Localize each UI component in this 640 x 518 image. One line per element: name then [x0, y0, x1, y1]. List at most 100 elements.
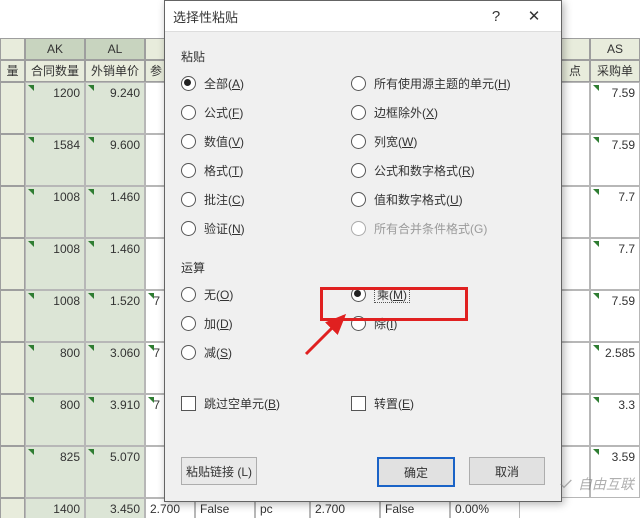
cell[interactable]: 1584: [25, 134, 85, 186]
cell[interactable]: 800: [25, 394, 85, 446]
paste-options-left: 全部(A) 公式(F) 数值(V) 格式(T) 批注(C) 验证(N): [181, 75, 351, 249]
cell[interactable]: 1.460: [85, 238, 145, 290]
arrow-annotation: [300, 310, 360, 363]
cell[interactable]: 7.59: [590, 290, 640, 342]
ok-button[interactable]: 确定: [377, 457, 455, 487]
hdr-export-price: 外销单价: [85, 60, 145, 82]
col-as[interactable]: AS: [590, 38, 640, 60]
cell[interactable]: [560, 186, 590, 238]
radio-option[interactable]: 数值(V): [181, 133, 351, 150]
cancel-button[interactable]: 取消: [469, 457, 545, 485]
cell[interactable]: 7.59: [590, 134, 640, 186]
cell[interactable]: 3.450: [85, 498, 145, 518]
dialog-titlebar[interactable]: 选择性粘贴 ? ✕: [165, 1, 561, 32]
cell[interactable]: 800: [25, 342, 85, 394]
cell[interactable]: 5.070: [85, 446, 145, 498]
cell[interactable]: 3.060: [85, 342, 145, 394]
radio-icon: [351, 105, 366, 120]
radio-option[interactable]: 边框除外(X): [351, 104, 545, 121]
cell[interactable]: [145, 446, 165, 498]
radio-icon: [181, 316, 196, 331]
cell[interactable]: [0, 82, 25, 134]
cell[interactable]: 2.585: [590, 342, 640, 394]
cell[interactable]: 7.7: [590, 238, 640, 290]
cell[interactable]: 7.7: [590, 186, 640, 238]
dialog-title: 选择性粘贴: [173, 7, 477, 26]
close-button[interactable]: ✕: [515, 3, 553, 29]
row-header-label: 量: [0, 60, 25, 82]
radio-icon: [351, 76, 366, 91]
cell[interactable]: 1008: [25, 238, 85, 290]
hdr-point: 点: [560, 60, 590, 82]
cell[interactable]: [560, 342, 590, 394]
cell[interactable]: [0, 342, 25, 394]
radio-icon: [351, 192, 366, 207]
cell[interactable]: 1008: [25, 186, 85, 238]
radio-icon: [351, 163, 366, 178]
cell[interactable]: [145, 134, 165, 186]
checkbox-icon: [181, 396, 196, 411]
radio-option[interactable]: 公式和数字格式(R): [351, 162, 545, 179]
cell[interactable]: [145, 186, 165, 238]
radio-option[interactable]: 批注(C): [181, 191, 351, 208]
radio-icon: [181, 345, 196, 360]
cell[interactable]: [560, 134, 590, 186]
radio-option[interactable]: 公式(F): [181, 104, 351, 121]
radio-icon: [181, 76, 196, 91]
radio-option[interactable]: 全部(A): [181, 75, 351, 92]
paste-link-button[interactable]: 粘贴链接 (L): [181, 457, 257, 485]
radio-icon: [351, 221, 366, 236]
cell[interactable]: 825: [25, 446, 85, 498]
radio-icon: [181, 192, 196, 207]
hdr-purchase-price: 采购单价: [590, 60, 640, 82]
cell[interactable]: [560, 394, 590, 446]
cell[interactable]: [145, 82, 165, 134]
cell[interactable]: [0, 134, 25, 186]
col-ak[interactable]: AK: [25, 38, 85, 60]
hdr-ref: 参: [145, 60, 165, 82]
cell[interactable]: [0, 290, 25, 342]
cell[interactable]: [560, 290, 590, 342]
cell[interactable]: 7: [145, 342, 165, 394]
radio-option[interactable]: 格式(T): [181, 162, 351, 179]
col-al[interactable]: AL: [85, 38, 145, 60]
radio-icon: [181, 287, 196, 302]
paste-options-right: 所有使用源主题的单元(H) 边框除外(X) 列宽(W) 公式和数字格式(R) 值和数字格…: [351, 75, 545, 249]
col-aspacer: [560, 38, 590, 60]
radio-option[interactable]: 值和数字格式(U): [351, 191, 545, 208]
cell[interactable]: 1400: [25, 498, 85, 518]
cell[interactable]: 1008: [25, 290, 85, 342]
radio-icon: [181, 134, 196, 149]
cell[interactable]: 9.240: [85, 82, 145, 134]
radio-icon: [351, 134, 366, 149]
cell[interactable]: [560, 238, 590, 290]
cell[interactable]: 3.910: [85, 394, 145, 446]
checkbox-skip-blanks[interactable]: 跳过空单元(B): [181, 395, 351, 412]
cell[interactable]: [0, 394, 25, 446]
cell[interactable]: [0, 498, 25, 518]
checkbox-transpose[interactable]: 转置(E): [351, 395, 545, 412]
hdr-contract-qty: 合同数量: [25, 60, 85, 82]
watermark: 自由互联: [558, 474, 634, 494]
paste-special-dialog: 选择性粘贴 ? ✕ 粘贴 全部(A)公式(F)数值(V)格式(T)批注(C)验证…: [164, 0, 562, 502]
cell[interactable]: 1.520: [85, 290, 145, 342]
cell[interactable]: 7: [145, 394, 165, 446]
cell[interactable]: 7: [145, 290, 165, 342]
cell[interactable]: 1.460: [85, 186, 145, 238]
radio-option[interactable]: 所有使用源主题的单元(H): [351, 75, 545, 92]
col-am[interactable]: [145, 38, 165, 60]
help-button[interactable]: ?: [477, 3, 515, 29]
radio-option[interactable]: 列宽(W): [351, 133, 545, 150]
cell[interactable]: [0, 186, 25, 238]
cell[interactable]: [0, 446, 25, 498]
cell[interactable]: 9.600: [85, 134, 145, 186]
cell[interactable]: 3.3: [590, 394, 640, 446]
cell[interactable]: 1200: [25, 82, 85, 134]
cell[interactable]: [0, 238, 25, 290]
cell[interactable]: 7.59: [590, 82, 640, 134]
radio-option[interactable]: 验证(N): [181, 220, 351, 237]
radio-icon: [181, 163, 196, 178]
cell[interactable]: [560, 82, 590, 134]
section-operation: 运算: [181, 259, 545, 276]
cell[interactable]: [145, 238, 165, 290]
